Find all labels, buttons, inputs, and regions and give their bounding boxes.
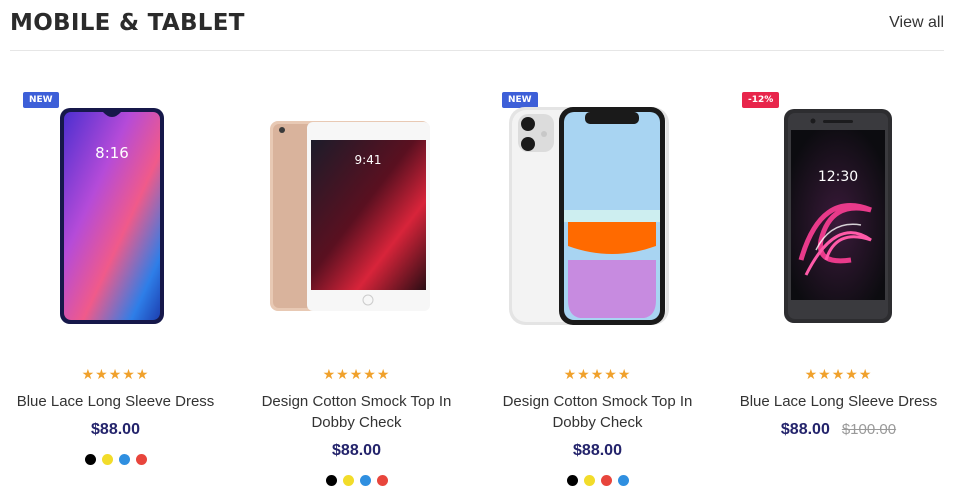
price-row: $88.00 bbox=[3, 421, 228, 439]
product-card[interactable]: 9:41 ★★★★★ Design Cotton Smock Top In Do… bbox=[244, 85, 469, 503]
product-image[interactable]: 12:30 bbox=[726, 100, 951, 330]
color-swatch-blue[interactable] bbox=[617, 475, 629, 486]
price-row: $88.00 $100.00 bbox=[726, 421, 951, 439]
product-title[interactable]: Blue Lace Long Sleeve Dress bbox=[13, 391, 218, 412]
color-swatch-blue[interactable] bbox=[118, 454, 130, 465]
color-swatch-black[interactable] bbox=[566, 475, 578, 486]
color-swatches bbox=[485, 475, 710, 486]
product-card[interactable]: NEW 8:16 ★★★★★ Blue Lace Long Sleeve Dre… bbox=[3, 85, 228, 503]
svg-text:9:41: 9:41 bbox=[355, 153, 382, 167]
rating-stars: ★★★★★ bbox=[563, 366, 632, 382]
dark-android-phone-icon: 12:30 bbox=[784, 109, 892, 323]
product-price: $88.00 bbox=[332, 442, 381, 459]
color-swatch-red[interactable] bbox=[600, 475, 612, 486]
color-swatch-yellow[interactable] bbox=[101, 454, 113, 465]
product-title[interactable]: Design Cotton Smock Top In Dobby Check bbox=[254, 391, 459, 433]
old-price: $100.00 bbox=[841, 421, 897, 438]
product-title[interactable]: Design Cotton Smock Top In Dobby Check bbox=[495, 391, 700, 433]
product-image[interactable] bbox=[485, 100, 710, 330]
android-phone-icon: 8:16 bbox=[60, 108, 164, 324]
rating-stars: ★★★★★ bbox=[322, 366, 391, 382]
color-swatch-red[interactable] bbox=[135, 454, 147, 465]
section-header: MOBILE & TABLET View all bbox=[10, 0, 944, 51]
color-swatch-yellow[interactable] bbox=[342, 475, 354, 486]
product-card[interactable]: NEW ★★★★★ Design Cotton Smock Top In Dob… bbox=[485, 85, 710, 503]
product-grid: NEW 8:16 ★★★★★ Blue Lace Long Sleeve Dre… bbox=[0, 85, 955, 503]
color-swatch-red[interactable] bbox=[376, 475, 388, 486]
product-price: $88.00 bbox=[573, 442, 622, 459]
svg-text:12:30: 12:30 bbox=[818, 169, 858, 185]
rating-stars: ★★★★★ bbox=[804, 366, 873, 382]
ipad-mini-icon: 9:41 bbox=[270, 121, 430, 311]
rating-stars: ★★★★★ bbox=[81, 366, 150, 382]
color-swatches bbox=[3, 454, 228, 465]
section-title: MOBILE & TABLET bbox=[10, 10, 245, 36]
product-card[interactable]: -12% 12:30 ★★★★★ Blue Lace Long Sleeve D… bbox=[726, 85, 951, 503]
view-all-link[interactable]: View all bbox=[889, 14, 944, 32]
color-swatch-black[interactable] bbox=[84, 454, 96, 465]
product-price: $88.00 bbox=[780, 421, 830, 438]
product-image[interactable]: 8:16 bbox=[3, 100, 228, 330]
product-price: $88.00 bbox=[91, 421, 140, 438]
color-swatches bbox=[244, 475, 469, 486]
iphone-11-icon bbox=[509, 107, 669, 325]
color-swatch-blue[interactable] bbox=[359, 475, 371, 486]
svg-text:8:16: 8:16 bbox=[95, 144, 129, 162]
price-row: $88.00 bbox=[244, 442, 469, 460]
color-swatch-yellow[interactable] bbox=[583, 475, 595, 486]
price-row: $88.00 bbox=[485, 442, 710, 460]
product-title[interactable]: Blue Lace Long Sleeve Dress bbox=[736, 391, 941, 412]
color-swatch-black[interactable] bbox=[325, 475, 337, 486]
product-image[interactable]: 9:41 bbox=[244, 100, 469, 330]
